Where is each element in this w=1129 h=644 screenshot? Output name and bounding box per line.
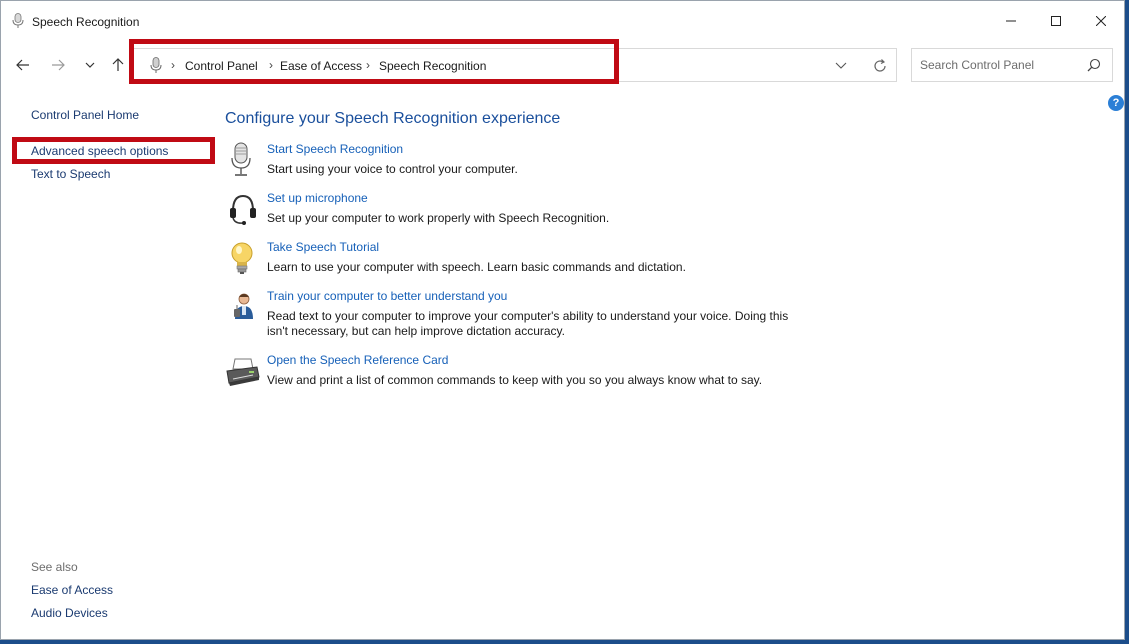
address-dropdown-icon[interactable] <box>833 59 849 73</box>
breadcrumb-separator-icon[interactable]: › <box>269 58 273 72</box>
task-description: Set up your computer to work properly wi… <box>267 211 610 225</box>
back-button[interactable] <box>12 55 34 75</box>
minimize-button[interactable] <box>988 1 1034 41</box>
train-computer-link[interactable]: Train your computer to better understand… <box>267 289 507 303</box>
lightbulb-icon <box>231 242 253 274</box>
help-icon[interactable]: ? <box>1108 95 1124 111</box>
breadcrumb-control-panel[interactable]: Control Panel <box>185 59 258 73</box>
forward-button[interactable] <box>47 55 69 75</box>
arrow-left-icon <box>16 59 29 71</box>
recent-locations-button[interactable] <box>79 55 101 75</box>
task-description: Start using your voice to control your c… <box>267 162 518 176</box>
address-bar[interactable]: › Control Panel › Ease of Access › Speec… <box>132 48 897 82</box>
up-button[interactable] <box>107 55 129 75</box>
task-description: Read text to your computer to improve yo… <box>267 309 789 338</box>
page-title: Configure your Speech Recognition experi… <box>225 110 561 127</box>
close-button[interactable] <box>1078 1 1124 41</box>
see-also-heading: See also <box>31 560 78 574</box>
refresh-icon[interactable] <box>872 58 888 74</box>
advanced-speech-options-link[interactable]: Advanced speech options <box>31 144 168 158</box>
search-box[interactable] <box>911 48 1113 82</box>
user-train-icon <box>234 293 253 319</box>
title-bar: Speech Recognition <box>1 1 1124 41</box>
headset-icon <box>230 194 256 225</box>
window-title: Speech Recognition <box>32 15 140 29</box>
breadcrumb-speech-recognition[interactable]: Speech Recognition <box>379 59 486 73</box>
breadcrumb-separator-icon[interactable]: › <box>366 58 370 72</box>
breadcrumb-separator-icon[interactable]: › <box>171 58 175 72</box>
left-navigation-pane: Control Panel Home Advanced speech optio… <box>1 89 216 639</box>
arrow-up-icon <box>112 58 124 71</box>
text-to-speech-link[interactable]: Text to Speech <box>31 167 110 181</box>
task-description: View and print a list of common commands… <box>267 373 763 387</box>
minimize-icon <box>1006 20 1016 22</box>
start-speech-recognition-link[interactable]: Start Speech Recognition <box>267 142 403 156</box>
task-description: Learn to use your computer with speech. … <box>267 260 686 274</box>
audio-devices-link[interactable]: Audio Devices <box>31 606 108 620</box>
search-input[interactable] <box>912 49 1082 81</box>
printer-icon <box>226 358 260 386</box>
chevron-down-icon <box>85 62 95 68</box>
close-icon <box>1096 16 1106 26</box>
maximize-button[interactable] <box>1033 1 1079 41</box>
arrow-right-icon <box>52 59 65 71</box>
search-icon[interactable] <box>1087 58 1101 72</box>
control-panel-home-link[interactable]: Control Panel Home <box>31 108 139 122</box>
microphone-icon <box>231 142 251 176</box>
maximize-icon <box>1051 16 1061 26</box>
speech-recognition-window: Speech Recognition › Control Panel › Eas… <box>0 0 1125 640</box>
microphone-icon <box>150 57 162 73</box>
open-reference-card-link[interactable]: Open the Speech Reference Card <box>267 353 448 367</box>
microphone-app-icon <box>12 13 24 28</box>
set-up-microphone-link[interactable]: Set up microphone <box>267 191 368 205</box>
ease-of-access-link[interactable]: Ease of Access <box>31 583 113 597</box>
take-speech-tutorial-link[interactable]: Take Speech Tutorial <box>267 240 379 254</box>
breadcrumb-ease-of-access[interactable]: Ease of Access <box>280 59 362 73</box>
